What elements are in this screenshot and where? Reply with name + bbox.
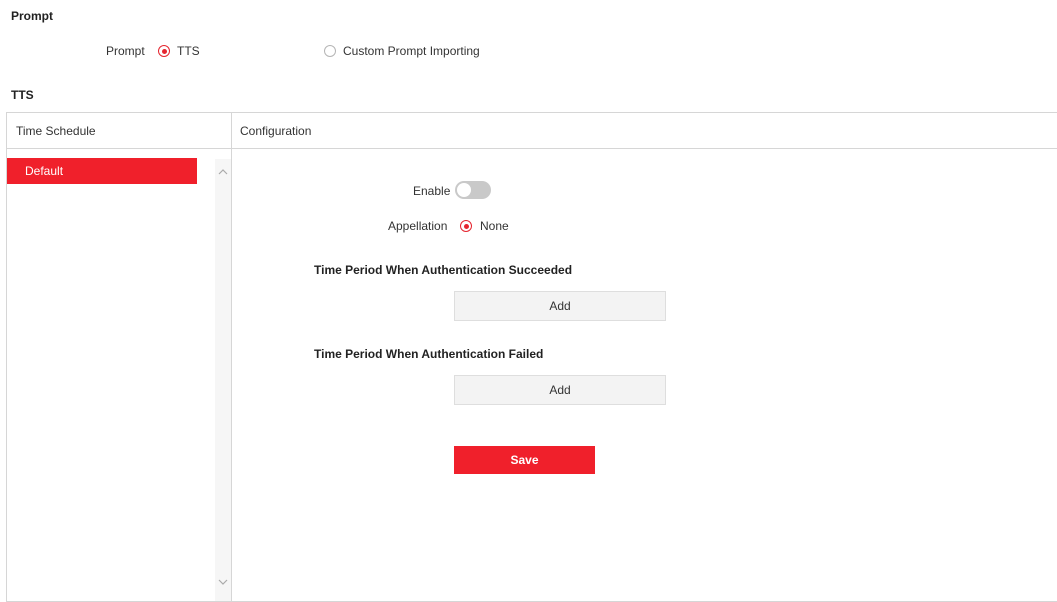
chevron-down-icon[interactable]	[216, 575, 230, 589]
prompt-section-title: Prompt	[11, 9, 53, 23]
toggle-knob	[457, 183, 471, 197]
tts-section-title: TTS	[11, 88, 34, 102]
add-failed-period-button[interactable]: Add	[454, 375, 666, 405]
appellation-none-radio[interactable]	[460, 220, 472, 232]
appellation-option-none[interactable]: None	[459, 218, 519, 234]
schedule-list-scrollbar[interactable]	[215, 159, 231, 601]
table-header-divider	[6, 148, 1057, 149]
configuration-column-header: Configuration	[240, 124, 312, 138]
save-button[interactable]: Save	[454, 446, 595, 474]
prompt-field-label: Prompt	[106, 44, 145, 58]
failed-period-heading: Time Period When Authentication Failed	[314, 347, 544, 361]
prompt-option-custom[interactable]: Custom Prompt Importing	[323, 43, 493, 59]
enable-label: Enable	[413, 184, 451, 198]
tts-radio[interactable]	[158, 45, 170, 57]
add-success-period-button[interactable]: Add	[454, 291, 666, 321]
enable-toggle[interactable]	[455, 181, 491, 199]
column-divider	[231, 112, 232, 602]
custom-prompt-radio[interactable]	[324, 45, 336, 57]
success-period-heading: Time Period When Authentication Succeede…	[314, 263, 573, 277]
prompt-option-tts[interactable]: TTS	[157, 43, 217, 59]
chevron-up-icon[interactable]	[216, 165, 230, 179]
appellation-none-label: None	[480, 219, 509, 233]
appellation-label: Appellation	[388, 219, 448, 233]
schedule-item-default[interactable]: Default	[7, 158, 197, 184]
time-schedule-column-header: Time Schedule	[16, 124, 96, 138]
custom-prompt-option-label: Custom Prompt Importing	[343, 44, 480, 58]
tts-option-label: TTS	[177, 44, 200, 58]
